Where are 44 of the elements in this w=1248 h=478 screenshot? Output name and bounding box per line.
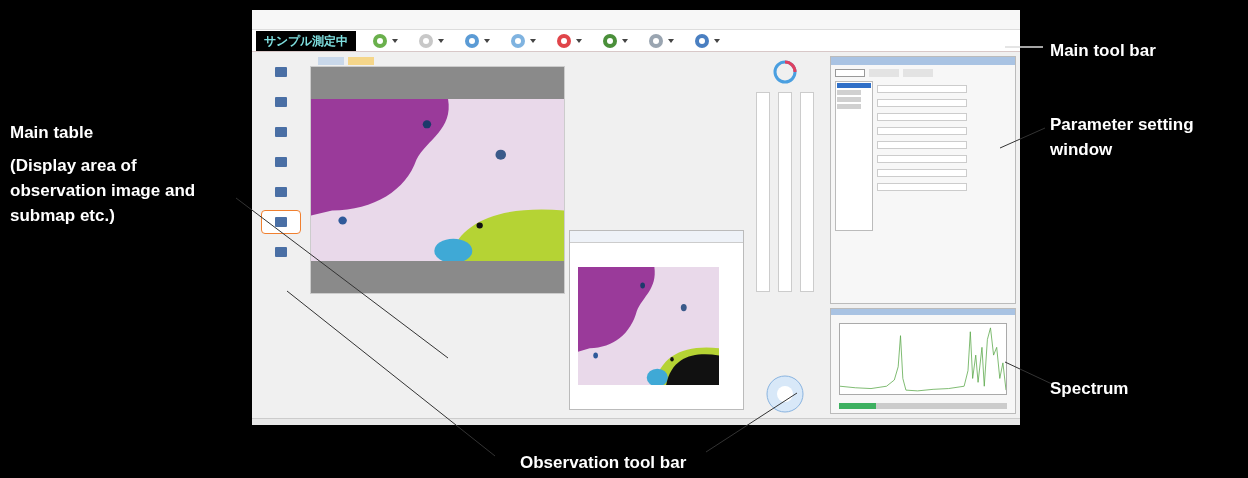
input-field[interactable]	[877, 155, 967, 163]
tool-icon	[274, 246, 288, 258]
caret-icon	[530, 38, 536, 43]
tool-icon	[274, 96, 288, 108]
category-item[interactable]	[837, 83, 871, 88]
slider-track[interactable]	[778, 92, 792, 292]
leader-line	[999, 127, 1046, 149]
slider-track[interactable]	[756, 92, 770, 292]
input-field[interactable]	[877, 113, 967, 121]
input-field[interactable]	[877, 99, 967, 107]
caret-icon	[484, 38, 490, 43]
tool-icon	[274, 66, 288, 78]
color-wheel-icon	[773, 60, 797, 84]
caret-icon	[622, 38, 628, 43]
caret-icon	[392, 38, 398, 43]
tool-icon	[274, 186, 288, 198]
caret-icon	[668, 38, 674, 43]
callout-label: Main tool bar	[1050, 40, 1157, 62]
input-field[interactable]	[877, 127, 967, 135]
caret-icon	[714, 38, 720, 43]
callout-label: Main table	[10, 122, 95, 144]
image-tab[interactable]	[318, 57, 344, 65]
category-item[interactable]	[837, 90, 861, 95]
tool-icon	[274, 216, 288, 228]
caret-icon	[438, 38, 444, 43]
tool-icon	[274, 126, 288, 138]
input-field[interactable]	[877, 183, 967, 191]
callout-note: (Display area of observation image and submap etc.)	[10, 155, 197, 227]
image-tab[interactable]	[348, 57, 374, 65]
caret-icon	[576, 38, 582, 43]
category-item[interactable]	[837, 97, 861, 102]
side-tool-button[interactable]	[261, 210, 301, 234]
parameter-tab[interactable]	[835, 69, 865, 77]
status-badge: サンプル測定中	[256, 30, 356, 51]
callout-label: Spectrum	[1050, 378, 1130, 400]
callout-label: Observation tool bar	[520, 452, 687, 474]
input-field[interactable]	[877, 141, 967, 149]
slider-track[interactable]	[800, 92, 814, 292]
input-field[interactable]	[877, 85, 967, 93]
callout-label: Parameter setting window	[1050, 114, 1195, 161]
tool-icon	[274, 156, 288, 168]
input-field[interactable]	[877, 169, 967, 177]
category-item[interactable]	[837, 104, 861, 109]
leader-line	[1004, 46, 1044, 48]
